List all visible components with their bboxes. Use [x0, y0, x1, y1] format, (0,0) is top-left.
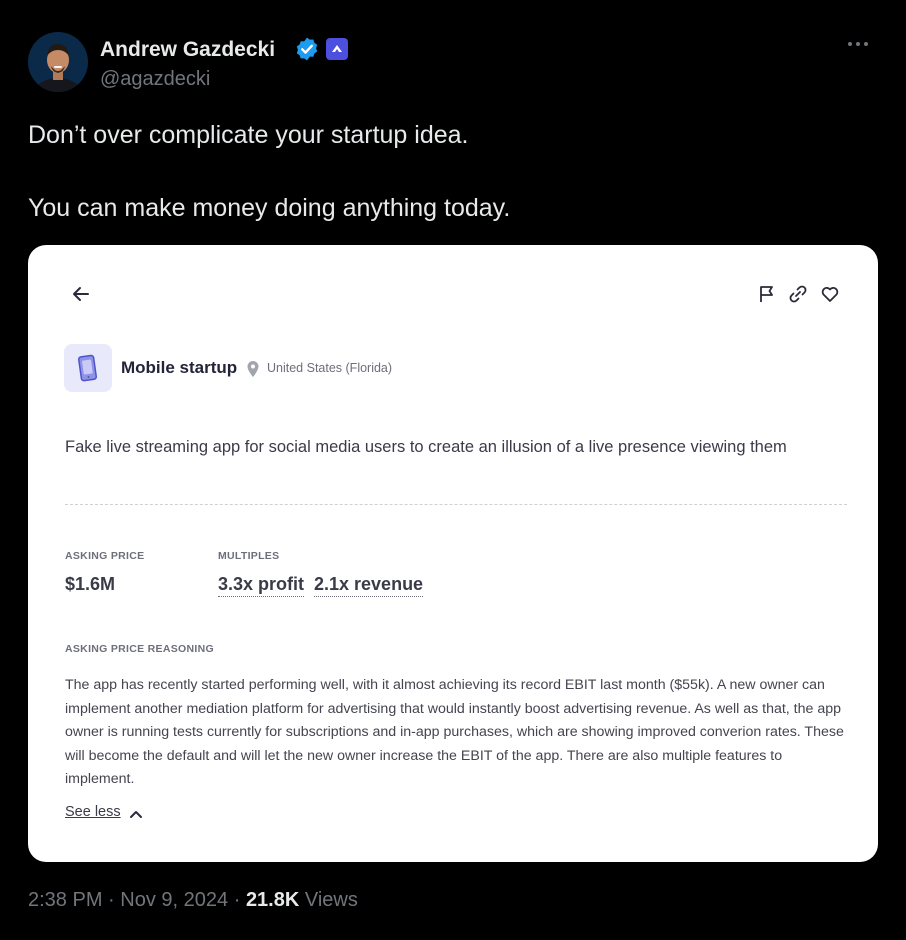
asking-price-label: ASKING PRICE [65, 550, 145, 562]
asking-price-value: $1.6M [65, 574, 116, 594]
tweet-text-line: Don’t over complicate your startup idea. [28, 121, 469, 149]
multiples-label: MULTIPLES [218, 550, 280, 562]
heart-icon[interactable] [819, 283, 841, 305]
listing-image-card[interactable]: Mobile startup United States (Florida) F… [28, 245, 878, 862]
see-less-link[interactable]: See less [65, 804, 121, 820]
chevron-up-icon[interactable] [128, 807, 144, 821]
affiliate-badge-icon[interactable] [326, 38, 348, 60]
profit-multiple[interactable]: 3.3x profit [218, 574, 305, 597]
asking-price-reasoning-text: The app has recently started performing … [65, 677, 844, 788]
back-arrow-icon[interactable] [68, 281, 94, 307]
location-pin-icon [246, 360, 260, 378]
tweet-date[interactable]: Nov 9, 2024 [120, 889, 228, 911]
asking-price-reasoning-label: ASKING PRICE REASONING [65, 643, 214, 655]
tweet-time[interactable]: 2:38 PM [28, 889, 102, 911]
views-count: 21.8K [245, 889, 300, 911]
tweet-text-line: You can make money doing anything today. [28, 194, 511, 222]
divider [65, 504, 847, 505]
flag-icon[interactable] [756, 283, 778, 305]
more-options-icon[interactable] [848, 34, 878, 54]
verified-badge-icon[interactable] [294, 36, 320, 62]
separator-dot: · [108, 889, 115, 911]
views-label: Views [304, 889, 358, 911]
tweet-header: Andrew Gazdecki @agazdecki [28, 32, 888, 96]
tweet-meta: 2:38 PM · Nov 9, 2024 · 21.8K Views [28, 889, 358, 912]
listing-location: United States (Florida) [267, 361, 393, 375]
author-display-name[interactable]: Andrew Gazdecki [100, 38, 275, 62]
author-avatar[interactable] [28, 32, 88, 92]
mobile-startup-icon [64, 344, 112, 392]
avatar-photo-icon [28, 32, 88, 92]
link-icon[interactable] [787, 283, 809, 305]
listing-category: Mobile startup [121, 358, 238, 377]
listing-description: Fake live streaming app for social media… [65, 438, 787, 456]
author-handle[interactable]: @agazdecki [100, 68, 210, 91]
separator-dot: · [233, 889, 241, 911]
revenue-multiple[interactable]: 2.1x revenue [314, 574, 424, 597]
